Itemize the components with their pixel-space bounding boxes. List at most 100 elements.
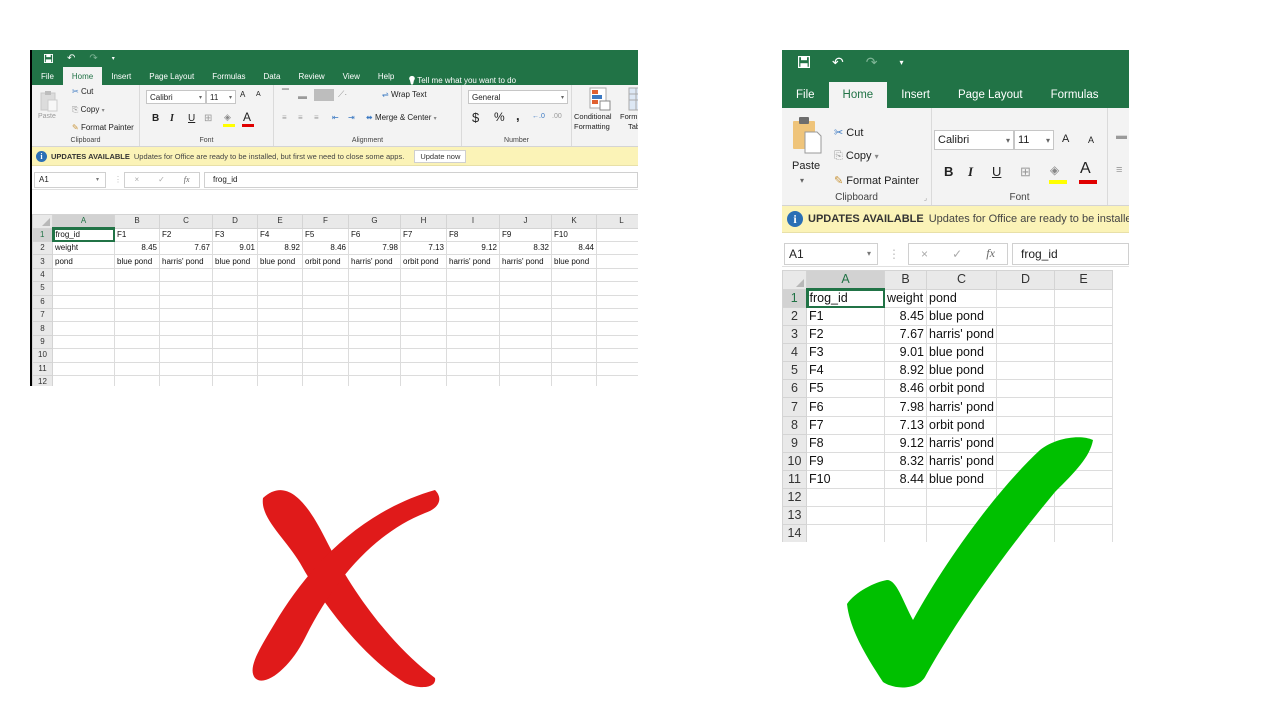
cell-j8[interactable]: [499, 321, 552, 336]
cell-e3[interactable]: [1054, 325, 1113, 345]
save-icon[interactable]: [798, 56, 810, 68]
cell-c3[interactable]: harris' pond: [159, 254, 213, 269]
paste-button[interactable]: Paste: [38, 113, 56, 120]
cell-k11[interactable]: [551, 361, 597, 376]
align-top-icon[interactable]: ▬: [1116, 130, 1127, 142]
cell-b5[interactable]: 8.92: [884, 361, 927, 381]
cell-l12[interactable]: [596, 374, 638, 386]
row-header[interactable]: 4: [32, 267, 53, 283]
cell-k3[interactable]: blue pond: [551, 254, 597, 269]
font-size-select[interactable]: 11 ▾: [1014, 130, 1054, 150]
column-header-j[interactable]: J: [499, 214, 552, 229]
cell-e1[interactable]: [1054, 288, 1113, 308]
dialog-launcher-icon[interactable]: ⌟: [924, 194, 927, 202]
tab-formulas[interactable]: Formulas: [1037, 82, 1113, 108]
column-header-e[interactable]: E: [1054, 270, 1113, 290]
cell-g7[interactable]: [348, 307, 401, 323]
orientation-icon[interactable]: ⟋·: [338, 89, 347, 100]
wrap-text-button[interactable]: ⇌ Wrap Text: [382, 90, 427, 99]
cell-f3[interactable]: orbit pond: [302, 254, 349, 269]
align-middle-icon[interactable]: ▬: [298, 91, 307, 101]
cell-d1[interactable]: [996, 288, 1055, 308]
number-format-select[interactable]: General ▾: [468, 90, 568, 104]
percent-button[interactable]: %: [494, 110, 505, 124]
cell-c11[interactable]: [159, 361, 213, 376]
cell-e9[interactable]: [257, 334, 303, 350]
row-header[interactable]: 3: [32, 254, 53, 269]
conditional-formatting-label-2[interactable]: Formatting: [574, 122, 610, 131]
cell-b6[interactable]: [114, 294, 160, 309]
cell-a3[interactable]: F2: [806, 325, 885, 345]
cell-i3[interactable]: harris' pond: [446, 254, 500, 269]
font-color-button[interactable]: A: [1080, 160, 1091, 178]
cell-b9[interactable]: [114, 334, 160, 350]
cell-b3[interactable]: blue pond: [114, 254, 160, 269]
underline-button[interactable]: U: [992, 164, 1001, 179]
enter-icon[interactable]: ✓: [158, 175, 165, 184]
cell-e8[interactable]: [257, 321, 303, 336]
row-header[interactable]: 12: [782, 487, 807, 508]
cell-e2[interactable]: [1054, 306, 1113, 327]
cell-e6[interactable]: [257, 294, 303, 309]
cell-l7[interactable]: [596, 307, 638, 323]
tab-home[interactable]: Home: [828, 82, 888, 108]
tab-view[interactable]: View: [334, 67, 369, 85]
cell-j3[interactable]: harris' pond: [499, 254, 552, 269]
cell-a1[interactable]: frog_id: [806, 288, 885, 308]
cell-f11[interactable]: [302, 361, 349, 376]
row-header[interactable]: 1: [782, 288, 808, 308]
cell-b5[interactable]: [114, 281, 160, 296]
cell-g8[interactable]: [348, 321, 401, 336]
bold-button[interactable]: B: [944, 164, 953, 179]
cell-l2[interactable]: [596, 240, 638, 256]
row-header[interactable]: 11: [32, 361, 53, 376]
cell-j12[interactable]: [499, 374, 552, 386]
row-header[interactable]: 6: [782, 379, 807, 399]
cell-a7[interactable]: F6: [806, 397, 885, 417]
row-header[interactable]: 8: [782, 415, 807, 435]
column-header-d[interactable]: D: [996, 270, 1055, 290]
cell-d5[interactable]: [996, 361, 1055, 381]
cell-d2[interactable]: 9.01: [212, 240, 258, 256]
format-painter-button[interactable]: ✎ Format Painter: [72, 123, 134, 132]
select-all-corner[interactable]: [32, 214, 53, 229]
decrease-indent-icon[interactable]: ⇤: [332, 113, 339, 122]
undo-icon[interactable]: ↶: [832, 54, 844, 71]
formula-input[interactable]: frog_id: [204, 171, 638, 188]
customize-quick-access-icon[interactable]: ▾: [112, 55, 115, 62]
align-center-icon[interactable]: ≡: [298, 113, 303, 122]
column-header-k[interactable]: K: [551, 214, 597, 229]
enter-icon[interactable]: ✓: [952, 247, 962, 261]
cell-a9[interactable]: [52, 334, 115, 350]
decrease-decimal-icon[interactable]: .00: [552, 113, 562, 120]
conditional-formatting-label-1[interactable]: Conditional: [574, 112, 612, 121]
font-color-button[interactable]: A: [243, 110, 251, 124]
cell-c9[interactable]: [159, 334, 213, 350]
align-left-icon[interactable]: ≡: [282, 113, 287, 122]
grow-font-button[interactable]: A: [1062, 133, 1069, 145]
cell-i4[interactable]: [446, 267, 500, 283]
row-header[interactable]: 1: [32, 227, 54, 242]
row-header[interactable]: 4: [782, 343, 807, 363]
cell-c7[interactable]: harris' pond: [926, 397, 997, 417]
cell-k4[interactable]: [551, 267, 597, 283]
cell-c8[interactable]: [159, 321, 213, 336]
cell-l8[interactable]: [596, 321, 638, 336]
fill-color-icon[interactable]: ◈: [1050, 163, 1059, 177]
cell-i7[interactable]: [446, 307, 500, 323]
cell-a11[interactable]: [52, 361, 115, 376]
save-icon[interactable]: [44, 54, 53, 63]
cell-e6[interactable]: [1054, 379, 1113, 399]
increase-decimal-icon[interactable]: ←.0: [532, 113, 545, 120]
cell-i8[interactable]: [446, 321, 500, 336]
insert-function-icon[interactable]: fx: [184, 175, 190, 184]
cell-d4[interactable]: [996, 343, 1055, 363]
font-name-select[interactable]: Calibri ▾: [934, 130, 1014, 150]
cell-g10[interactable]: [348, 348, 401, 363]
cell-h4[interactable]: [400, 267, 447, 283]
cell-b2[interactable]: 8.45: [114, 240, 160, 256]
cell-f10[interactable]: [302, 348, 349, 363]
cell-j11[interactable]: [499, 361, 552, 376]
cell-k7[interactable]: [551, 307, 597, 323]
row-header[interactable]: 5: [32, 281, 53, 296]
